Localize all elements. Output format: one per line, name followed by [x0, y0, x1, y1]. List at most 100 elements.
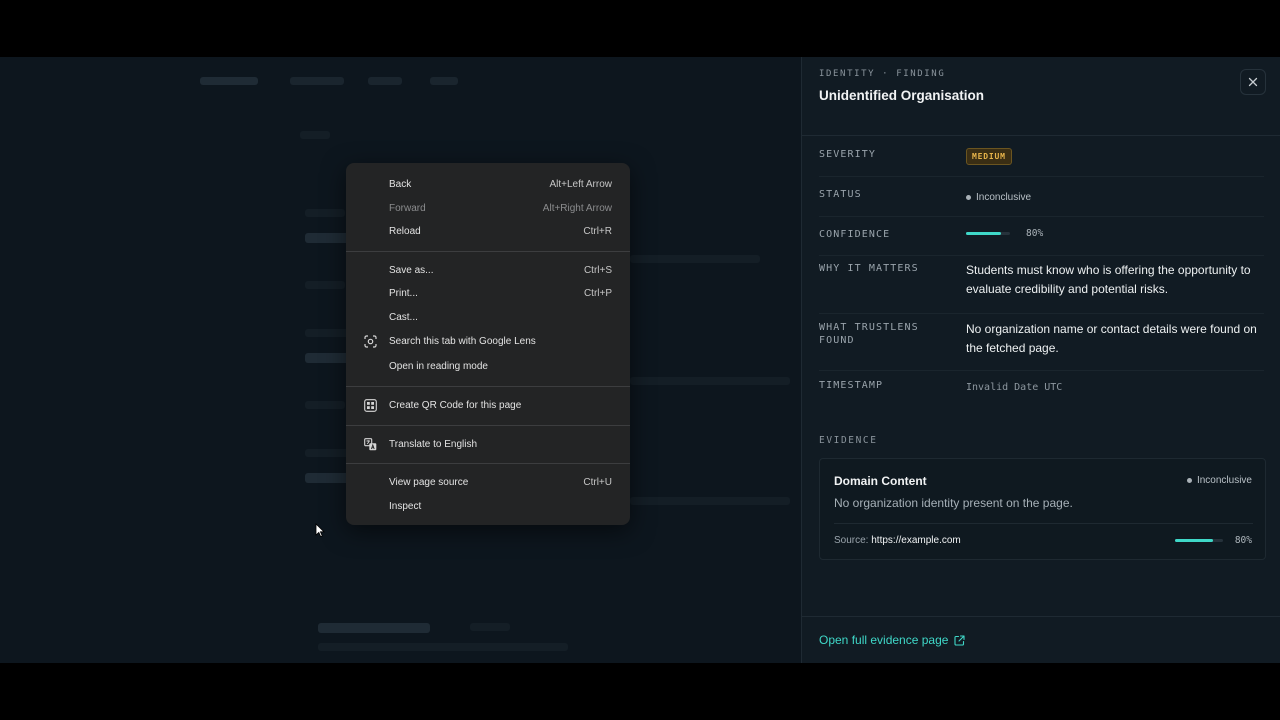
why-value: Students must know who is offering the o… [966, 263, 1251, 296]
menu-item-reload[interactable]: Reload Ctrl+R [346, 220, 630, 244]
mouse-cursor-icon [315, 523, 325, 538]
letterbox-top [0, 0, 1280, 57]
google-lens-icon [363, 335, 377, 349]
row-separator [819, 370, 1264, 371]
status-label: STATUS [819, 189, 862, 200]
severity-label: SEVERITY [819, 149, 876, 160]
menu-item-shortcut: Alt+Left Arrow [549, 179, 612, 191]
found-value: No organization name or contact details … [966, 322, 1257, 355]
menu-item-shortcut: Ctrl+U [583, 477, 612, 489]
evidence-label: EVIDENCE [819, 435, 878, 446]
menu-item-label: Search this tab with Google Lens [389, 336, 536, 347]
status-dot-icon [966, 195, 971, 200]
menu-item-reading-mode[interactable]: Open in reading mode [346, 354, 630, 379]
found-label: WHAT TRUSTLENS FOUND [819, 322, 919, 346]
bg-heading [318, 623, 430, 633]
footer-divider [802, 616, 1280, 617]
evidence-description: No organization identity present on the … [834, 496, 1073, 510]
row-separator [819, 313, 1264, 314]
bg-nav-item [430, 77, 458, 85]
bg-text [300, 131, 330, 139]
close-icon [1248, 77, 1258, 87]
menu-item-shortcut: Ctrl+S [583, 264, 612, 276]
menu-item-label: Back [389, 179, 412, 191]
menu-item-label: Save as... [389, 264, 434, 276]
evidence-source-url[interactable]: https://example.com [871, 535, 960, 546]
bg-nav-item [200, 77, 258, 85]
evidence-confidence-bar [1175, 539, 1223, 542]
evidence-title: Domain Content [834, 474, 927, 488]
timestamp-value: Invalid Date UTC [966, 382, 1063, 393]
why-label: WHY IT MATTERS [819, 263, 919, 274]
evidence-separator [834, 523, 1253, 524]
timestamp-label: TIMESTAMP [819, 380, 884, 391]
menu-item-label: Reload [389, 226, 421, 238]
external-link-icon [954, 634, 965, 646]
confidence-value: 80% [1026, 228, 1044, 239]
bg-nav-item [290, 77, 344, 85]
menu-item-back[interactable]: Back Alt+Left Arrow [346, 173, 630, 197]
menu-item-shortcut: Ctrl+P [583, 288, 612, 300]
bg-text [318, 643, 568, 651]
evidence-status-text: Inconclusive [1196, 475, 1252, 486]
row-separator [819, 176, 1264, 177]
bg-text [630, 497, 790, 505]
evidence-confidence-value: 80% [1234, 535, 1252, 546]
menu-item-label: Cast... [389, 311, 418, 323]
menu-separator [346, 463, 630, 464]
menu-item-label: Print... [389, 288, 418, 300]
translate-icon [363, 437, 377, 451]
menu-separator [346, 424, 630, 426]
close-button[interactable] [1240, 69, 1266, 95]
menu-item-forward[interactable]: Forward Alt+Right Arrow [346, 197, 630, 221]
menu-item-inspect[interactable]: Inspect [346, 495, 630, 519]
menu-item-print[interactable]: Print... Ctrl+P [346, 282, 630, 306]
confidence-label: CONFIDENCE [819, 229, 891, 240]
menu-item-cast[interactable]: Cast... [346, 306, 630, 330]
panel-divider [802, 135, 1280, 136]
context-menu: Back Alt+Left Arrow Forward Alt+Right Ar… [346, 163, 630, 525]
panel-eyebrow: IDENTITY · FINDING [819, 69, 946, 79]
status-value: Inconclusive [966, 192, 1031, 203]
menu-item-label: Forward [389, 202, 426, 214]
panel-title: Unidentified Organisation [819, 88, 985, 103]
menu-separator [346, 386, 630, 387]
menu-item-qr-code[interactable]: Create QR Code for this page [346, 394, 630, 418]
menu-separator [346, 250, 630, 252]
menu-item-label: View page source [389, 477, 469, 489]
menu-item-shortcut: Ctrl+R [583, 226, 612, 238]
bg-text [630, 377, 790, 385]
open-evidence-link[interactable]: Open full evidence page [819, 633, 965, 647]
finding-panel: IDENTITY · FINDING Unidentified Organisa… [801, 57, 1280, 663]
menu-item-translate[interactable]: Translate to English [346, 433, 630, 457]
evidence-confidence-fill [1175, 539, 1214, 542]
app-stage: Back Alt+Left Arrow Forward Alt+Right Ar… [0, 57, 1280, 663]
evidence-source-label: Source: [834, 535, 869, 546]
status-text: Inconclusive [976, 192, 1032, 203]
bg-text [305, 401, 345, 409]
evidence-status: Inconclusive [1186, 475, 1252, 486]
menu-item-label: Inspect [389, 500, 422, 512]
menu-item-label: Open in reading mode [389, 361, 488, 372]
evidence-source: Source: https://example.com [834, 535, 961, 546]
qr-code-icon [363, 399, 377, 413]
severity-badge: MEDIUM [966, 148, 1012, 165]
open-evidence-link-label: Open full evidence page [819, 633, 949, 647]
letterbox-bottom [0, 663, 1280, 720]
confidence-bar-fill [966, 232, 1002, 235]
menu-item-save-as[interactable]: Save as... Ctrl+S [346, 259, 630, 283]
row-separator [819, 255, 1264, 256]
bg-text [470, 623, 510, 631]
bg-text [305, 281, 345, 289]
evidence-card: Domain Content Inconclusive No organizat… [819, 458, 1266, 560]
menu-item-shortcut: Alt+Right Arrow [542, 202, 612, 214]
menu-item-google-lens[interactable]: Search this tab with Google Lens [346, 329, 630, 354]
bg-text [305, 209, 345, 217]
row-separator [819, 216, 1264, 217]
bg-nav-item [368, 77, 402, 85]
bg-text [630, 255, 760, 263]
menu-item-label: Create QR Code for this page [389, 400, 522, 412]
menu-item-view-source[interactable]: View page source Ctrl+U [346, 471, 630, 495]
menu-item-label: Translate to English [389, 438, 478, 450]
confidence-bar [966, 232, 1010, 235]
